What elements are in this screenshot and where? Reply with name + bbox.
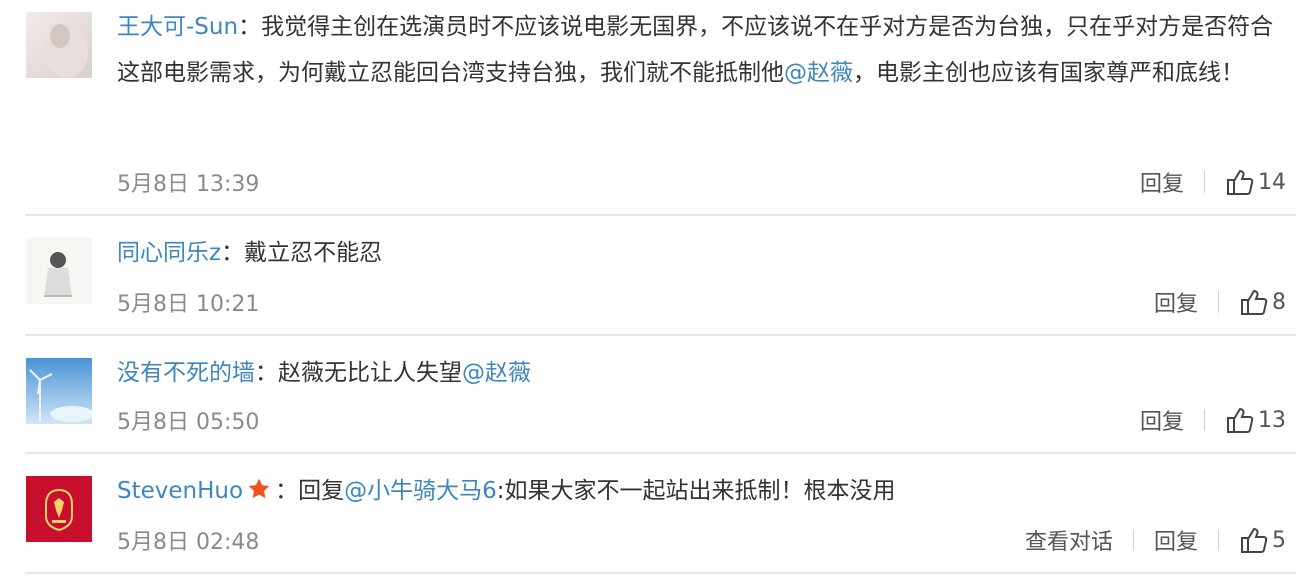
separator <box>1218 529 1219 551</box>
comment-actions: 查看对话 回复 5 <box>1025 524 1286 556</box>
separator <box>1204 171 1205 193</box>
username-link[interactable]: 王大可-Sun <box>117 14 238 40</box>
comment-content: :如果大家不一起站出来抵制！根本没用 <box>496 478 896 504</box>
separator <box>1132 529 1134 551</box>
reply-button[interactable]: 回复 <box>1140 166 1184 198</box>
timestamp: 5月8日 10:21 <box>117 292 260 317</box>
comment-text: 没有不死的墙：赵薇无比让人失望@赵薇 <box>117 360 531 386</box>
avatar[interactable] <box>26 238 92 304</box>
reply-button[interactable]: 回复 <box>1140 404 1184 436</box>
like-button[interactable]: 5 <box>1239 526 1286 554</box>
reply-button[interactable]: 回复 <box>1154 524 1198 556</box>
reply-button[interactable]: 回复 <box>1154 286 1198 318</box>
mention-link[interactable]: @小牛骑大马6 <box>344 478 497 504</box>
divider <box>25 334 1296 336</box>
username-link[interactable]: 没有不死的墙 <box>117 360 255 386</box>
like-count: 14 <box>1258 169 1286 195</box>
comment-actions: 回复 8 <box>1154 286 1286 318</box>
comment-content-tail: ，电影主创也应该有国家尊严和底线！ <box>853 60 1244 86</box>
thumbs-up-icon <box>1227 169 1254 195</box>
mention-link[interactable]: @赵薇 <box>784 60 853 86</box>
like-count: 8 <box>1272 289 1286 315</box>
like-count: 13 <box>1258 407 1286 433</box>
avatar[interactable] <box>26 12 92 78</box>
thumbs-up-icon <box>1241 527 1268 553</box>
divider <box>25 214 1296 216</box>
like-button[interactable]: 13 <box>1225 406 1286 434</box>
like-button[interactable]: 14 <box>1225 168 1286 196</box>
comment-text: 同心同乐z：戴立忍不能忍 <box>117 240 383 266</box>
comment-text: 王大可-Sun：我觉得主创在选演员时不应该说电影无国界，不应该说不在乎对方是否为… <box>117 14 1274 86</box>
comment-content: 赵薇无比让人失望 <box>278 360 462 386</box>
comment-actions: 回复 14 <box>1140 166 1286 198</box>
star-icon[interactable] <box>247 477 271 501</box>
username-link[interactable]: StevenHuo <box>117 478 243 504</box>
like-count: 5 <box>1272 527 1286 553</box>
like-button[interactable]: 8 <box>1239 288 1286 316</box>
thumbs-up-icon <box>1227 407 1254 433</box>
mention-link[interactable]: @赵薇 <box>462 360 531 386</box>
thumbs-up-icon <box>1241 289 1268 315</box>
timestamp: 5月8日 13:39 <box>117 172 260 197</box>
username-link[interactable]: 同心同乐z <box>117 240 221 266</box>
avatar[interactable] <box>26 476 92 542</box>
separator <box>1204 409 1205 431</box>
avatar[interactable] <box>26 358 92 424</box>
divider <box>25 452 1296 454</box>
comment-content: 戴立忍不能忍 <box>244 240 383 266</box>
view-conversation-link[interactable]: 查看对话 <box>1025 524 1113 556</box>
timestamp: 5月8日 02:48 <box>117 530 260 555</box>
divider <box>25 572 1296 574</box>
comment-text: StevenHuo ：回复@小牛骑大马6:如果大家不一起站出来抵制！根本没用 <box>117 477 896 504</box>
comment-actions: 回复 13 <box>1140 404 1286 436</box>
timestamp: 5月8日 05:50 <box>117 410 260 435</box>
separator <box>1218 291 1219 313</box>
reply-prefix: 回复 <box>298 478 345 504</box>
